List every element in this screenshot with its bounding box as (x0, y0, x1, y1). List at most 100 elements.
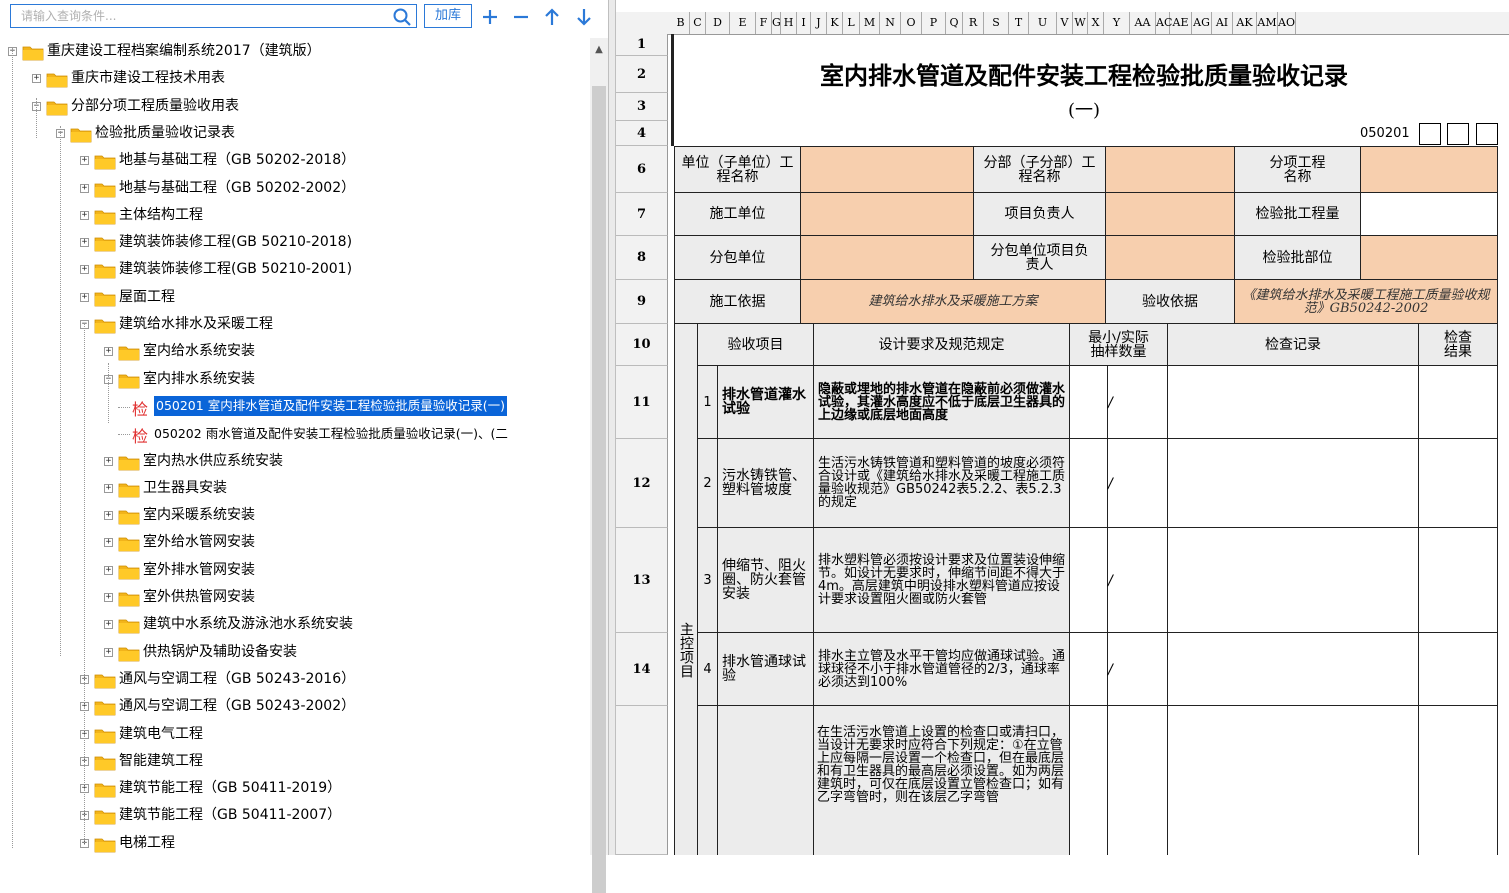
tree-item-roofing[interactable]: + 屋面工程 (0, 284, 590, 311)
expand-toggle-icon[interactable]: + (104, 538, 113, 548)
expand-toggle-icon[interactable]: + (104, 565, 113, 575)
row-header-cell[interactable]: 2 (616, 56, 668, 93)
row-header-cell[interactable]: 10 (616, 324, 668, 366)
tree-item-boiler[interactable]: + 供热锅炉及辅助设备安装 (0, 639, 590, 666)
subcontractor-manager-field[interactable] (1106, 236, 1235, 280)
expand-toggle-icon[interactable]: + (104, 511, 113, 521)
unit-project-field[interactable] (801, 146, 974, 193)
subcontractor-field[interactable] (801, 236, 974, 280)
expand-toggle-icon[interactable]: + (104, 483, 113, 493)
expand-toggle-icon[interactable]: + (32, 74, 41, 84)
expand-toggle-icon[interactable]: + (80, 210, 89, 220)
sample-min-cell[interactable] (1070, 366, 1108, 439)
tree-item-indoor-heating[interactable]: + 室内采暖系统安装 (0, 502, 590, 529)
column-header-cell[interactable]: W (1073, 12, 1088, 34)
row-header-cell[interactable]: 3 (616, 93, 668, 121)
add-library-button[interactable]: 加库 (424, 4, 472, 28)
expand-toggle-icon[interactable]: + (104, 647, 113, 657)
tree-view[interactable]: − 重庆建设工程档案编制系统2017（建筑版） + 重庆市建设工程技术用表 − 分部分项工… (0, 38, 590, 855)
tree-item-hvac-2016[interactable]: + 通风与空调工程（GB 50243-2016） (0, 666, 590, 693)
tree-item-root[interactable]: − 重庆建设工程档案编制系统2017（建筑版） (0, 38, 590, 65)
row-header-cell[interactable]: 9 (616, 280, 668, 324)
sample-actual-cell[interactable] (1108, 366, 1168, 439)
inspection-record-cell[interactable] (1168, 633, 1419, 706)
expand-toggle-icon[interactable]: + (80, 156, 89, 166)
code-input-box[interactable] (1447, 123, 1469, 145)
sample-actual-cell[interactable] (1108, 528, 1168, 633)
search-input[interactable] (11, 5, 397, 27)
expand-toggle-icon[interactable]: + (80, 265, 89, 275)
column-header-cell[interactable]: G (772, 12, 781, 34)
column-header-cell[interactable]: C (690, 12, 706, 34)
tree-item-decoration-2018[interactable]: + 建筑装饰装修工程(GB 50210-2018) (0, 229, 590, 256)
tree-item-outdoor-water-supply[interactable]: + 室外给水管网安装 (0, 529, 590, 556)
column-header-cell[interactable]: I (797, 12, 811, 34)
tree-item-reclaimed-water[interactable]: + 建筑中水系统及游泳池水系统安装 (0, 611, 590, 638)
inspection-record-cell[interactable] (1168, 528, 1419, 633)
search-icon[interactable] (392, 7, 412, 27)
tree-item-batch-forms[interactable]: − 检验批质量验收记录表 (0, 120, 590, 147)
search-box[interactable] (10, 4, 417, 28)
column-header-cell[interactable]: J (811, 12, 827, 34)
tree-item-main-structure[interactable]: + 主体结构工程 (0, 202, 590, 229)
project-manager-field[interactable] (1106, 193, 1235, 236)
column-header-cell[interactable]: P (922, 12, 946, 34)
tree-item-plumbing-heating[interactable]: − 建筑给水排水及采暖工程 (0, 311, 590, 338)
column-header-cell[interactable]: AG (1192, 12, 1212, 34)
contractor-field[interactable] (801, 193, 974, 236)
row-header-cell[interactable]: 6 (616, 146, 668, 193)
column-header-cell[interactable]: V (1057, 12, 1073, 34)
column-header-cell[interactable]: AM (1257, 12, 1278, 34)
column-header-cell[interactable]: AO (1278, 12, 1296, 34)
tree-item-electrical[interactable]: + 建筑电气工程 (0, 721, 590, 748)
tree-item-foundation-2018[interactable]: + 地基与基础工程（GB 50202-2018） (0, 147, 590, 174)
tree-item-outdoor-heating[interactable]: + 室外供热管网安装 (0, 584, 590, 611)
inspection-result-cell[interactable] (1419, 633, 1498, 706)
subitem-field[interactable] (1361, 146, 1498, 193)
sample-actual-cell[interactable] (1108, 706, 1168, 855)
column-header-cell[interactable]: AA (1130, 12, 1156, 34)
column-header-cell[interactable]: U (1029, 12, 1057, 34)
row-header-cell[interactable]: 8 (616, 236, 668, 280)
tree-item-division-forms[interactable]: − 分部分项工程质量验收用表 (0, 93, 590, 120)
expand-toggle-icon[interactable]: + (80, 183, 89, 193)
tree-item-outdoor-drainage[interactable]: + 室外排水管网安装 (0, 557, 590, 584)
batch-quantity-field[interactable] (1361, 193, 1498, 236)
column-header-cell[interactable]: R (963, 12, 984, 34)
inspection-result-cell[interactable] (1419, 528, 1498, 633)
plus-icon[interactable] (479, 6, 501, 28)
sample-min-cell[interactable] (1070, 439, 1108, 528)
expand-toggle-icon[interactable]: + (80, 292, 89, 302)
row-header-cell[interactable]: 4 (616, 121, 668, 146)
inspection-result-cell[interactable] (1419, 439, 1498, 528)
column-header-cell[interactable]: F (756, 12, 772, 34)
column-header-cell[interactable]: X (1088, 12, 1104, 34)
tree-item-form-050202[interactable]: 检 050202 雨水管道及配件安装工程检验批质量验收记录(一)、(二 (0, 420, 590, 447)
code-input-box[interactable] (1419, 123, 1441, 145)
column-header-cell[interactable]: H (781, 12, 797, 34)
column-header-cell[interactable]: AC (1156, 12, 1172, 34)
column-header-cell[interactable]: M (860, 12, 880, 34)
column-header-cell[interactable]: N (880, 12, 901, 34)
inspection-record-cell[interactable] (1168, 439, 1419, 528)
arrow-up-icon[interactable] (541, 6, 563, 28)
tree-item-energy-2019[interactable]: + 建筑节能工程（GB 50411-2019） (0, 775, 590, 802)
sample-actual-cell[interactable] (1108, 439, 1168, 528)
row-header-cell[interactable] (616, 706, 668, 855)
expand-toggle-icon[interactable]: + (104, 456, 113, 466)
tree-item-elevator[interactable]: + 电梯工程 (0, 830, 590, 855)
sample-min-cell[interactable] (1070, 528, 1108, 633)
tree-item-sanitary[interactable]: + 卫生器具安装 (0, 475, 590, 502)
pane-splitter[interactable] (608, 0, 616, 855)
tree-item-decoration-2001[interactable]: + 建筑装饰装修工程(GB 50210-2001) (0, 256, 590, 283)
column-header-cell[interactable]: AE (1170, 12, 1192, 34)
minus-icon[interactable] (510, 6, 532, 28)
acceptance-basis-field[interactable]: 《建筑给水排水及采暖工程施工质量验收规范》GB50242-2002 (1235, 280, 1498, 324)
row-header-cell[interactable]: 7 (616, 193, 668, 236)
division-field[interactable] (1106, 146, 1235, 193)
column-header-cell[interactable]: AI (1212, 12, 1233, 34)
column-header-cell[interactable]: E (730, 12, 756, 34)
inspection-record-cell[interactable] (1168, 706, 1419, 855)
row-header-cell[interactable]: 12 (616, 439, 668, 528)
column-header-cell[interactable]: K (827, 12, 843, 34)
